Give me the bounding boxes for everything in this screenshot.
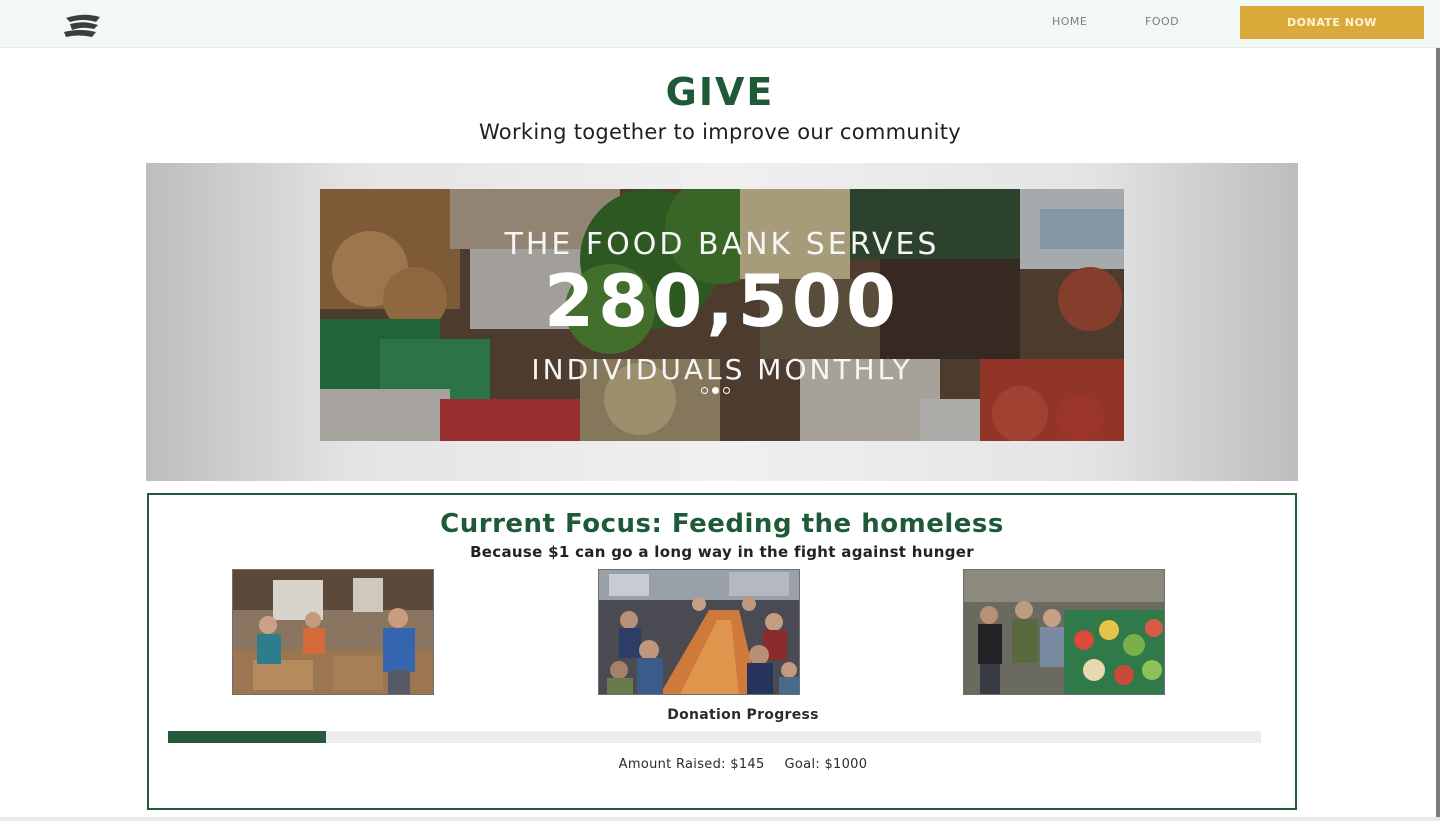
page-subtitle: Working together to improve our communit… bbox=[478, 120, 962, 144]
carousel-dot-active[interactable] bbox=[712, 387, 719, 394]
carousel-caption: INDIVIDUALS MONTHLY bbox=[531, 353, 913, 386]
donation-progress-fill bbox=[168, 731, 327, 743]
window-edge bbox=[1436, 48, 1440, 821]
donation-progress-label: Donation Progress bbox=[667, 707, 819, 723]
carousel-indicators bbox=[701, 387, 730, 394]
donate-now-button[interactable]: DONATE NOW bbox=[1240, 6, 1424, 39]
carousel-heading: THE FOOD BANK SERVES bbox=[504, 227, 940, 262]
top-navbar: HOME FOOD DONATE NOW bbox=[0, 0, 1440, 48]
focus-subtitle: Because $1 can go a long way in the figh… bbox=[470, 543, 974, 561]
produce-distribution-photo bbox=[963, 569, 1165, 695]
volunteers-photo bbox=[232, 569, 434, 695]
focus-title: Current Focus: Feeding the homeless bbox=[440, 509, 1004, 539]
hero-carousel: THE FOOD BANK SERVES 280,500 INDIVIDUALS… bbox=[146, 163, 1298, 481]
carousel-dot[interactable] bbox=[701, 387, 708, 394]
donation-amounts: Amount Raised: $145 Goal: $1000 bbox=[149, 757, 1337, 772]
carousel-statistic: 280,500 bbox=[544, 259, 900, 343]
community-meal-photo bbox=[598, 569, 800, 695]
nav-link-home[interactable]: HOME bbox=[1052, 15, 1087, 28]
logo-icon[interactable] bbox=[56, 10, 110, 42]
page-title: GIVE bbox=[665, 70, 775, 114]
nav-link-food[interactable]: FOOD bbox=[1145, 15, 1179, 28]
donation-progress-bar bbox=[168, 731, 1261, 743]
amount-raised-text: Amount Raised: $145 bbox=[618, 757, 765, 772]
window-bottom-edge bbox=[0, 817, 1440, 821]
goal-text: Goal: $1000 bbox=[784, 757, 868, 772]
current-focus-card: Current Focus: Feeding the homeless Beca… bbox=[147, 493, 1297, 810]
carousel-slide[interactable]: THE FOOD BANK SERVES 280,500 INDIVIDUALS… bbox=[320, 189, 1124, 441]
carousel-dot[interactable] bbox=[723, 387, 730, 394]
